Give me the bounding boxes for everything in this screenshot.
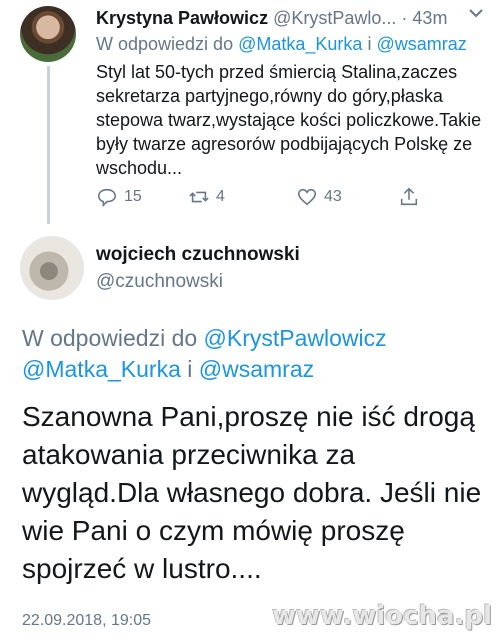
reply-context: W odpowiedzi do @Matka_Kurka i @wsamraz (96, 34, 467, 55)
retweet-count: 4 (216, 188, 225, 205)
tweet-text: Styl lat 50-tych przed śmiercią Stalina,… (96, 62, 482, 178)
author-name[interactable]: wojciech czuchnowski (96, 244, 300, 266)
tweet-time[interactable]: · 43m (401, 8, 447, 28)
author-name[interactable]: Krystyna Pawłowicz (96, 8, 268, 28)
like-icon (297, 188, 317, 206)
mention-link[interactable]: @KrystPawlowicz (204, 325, 387, 351)
reply-icon (97, 188, 117, 208)
share-icon (400, 187, 418, 206)
reply-button[interactable]: 15 (96, 186, 142, 208)
tweet-text: Szanowna Pani,proszę nie iść drogą atako… (22, 401, 482, 584)
thread-line (47, 66, 50, 224)
more-icon[interactable] (468, 6, 484, 20)
mention-link[interactable]: @Matka_Kurka (22, 356, 181, 382)
reply-count: 15 (124, 188, 142, 205)
avatar[interactable] (20, 236, 84, 300)
reply-joiner: i (187, 356, 193, 382)
like-count: 43 (324, 188, 342, 205)
retweet-icon (189, 191, 209, 203)
mention-link[interactable]: @wsamraz (376, 34, 466, 54)
mention-link[interactable]: @Matka_Kurka (238, 34, 362, 54)
tweet-reply[interactable]: wojciech czuchnowski @czuchnowski W odpo… (0, 226, 500, 642)
author-handle[interactable]: @czuchnowski (96, 271, 223, 293)
tweet-actions: 15 4 43 (96, 186, 426, 212)
reply-context: W odpowiedzi do @KrystPawlowicz @Matka_K… (22, 323, 492, 385)
tweet-header: Krystyna Pawłowicz @KrystPawlo... · 43m (96, 8, 447, 29)
reply-joiner: i (367, 34, 372, 54)
retweet-button[interactable]: 4 (188, 186, 225, 208)
like-button[interactable]: 43 (296, 186, 342, 208)
reply-prefix: W odpowiedzi do (22, 325, 198, 351)
share-button[interactable] (398, 186, 420, 208)
watermark: www.wiocha.pl (272, 601, 492, 631)
author-handle[interactable]: @KrystPawlo... (273, 8, 396, 28)
tweet-timestamp[interactable]: 22.09.2018, 19:05 (22, 612, 151, 630)
mention-link[interactable]: @wsamraz (199, 356, 314, 382)
tweet-parent[interactable]: Krystyna Pawłowicz @KrystPawlo... · 43m … (0, 0, 500, 225)
avatar[interactable] (20, 6, 76, 62)
reply-prefix: W odpowiedzi do (96, 34, 234, 54)
